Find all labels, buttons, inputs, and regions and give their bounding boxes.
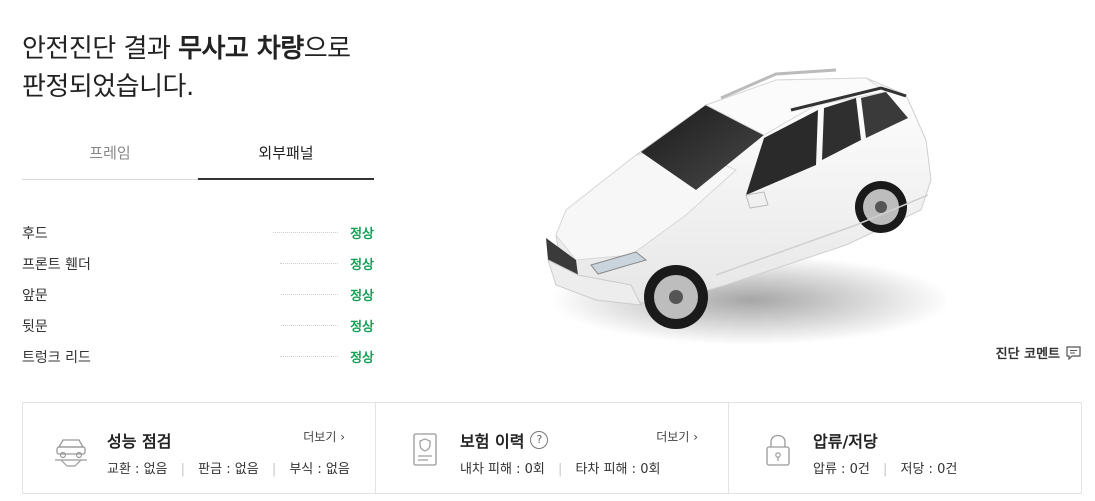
stat-label: 압류 <box>813 462 837 477</box>
insurance-history-card: 보험 이력 ? 더보기 › 내차 피해 : 0회 | 타차 피해 : 0회 <box>376 403 729 493</box>
comment-link-label: 진단 코멘트 <box>995 347 1060 362</box>
more-link[interactable]: 더보기 › <box>303 428 345 445</box>
lock-icon <box>766 434 790 466</box>
stat-value: 없음 <box>143 462 168 477</box>
summary-cards: 성능 점검 더보기 › 교환 : 없음 | 판금 : 없음 | 부식 : 없음 … <box>22 402 1082 494</box>
stat-label: 교환 <box>107 462 131 477</box>
card-title: 압류/저당 <box>813 428 878 452</box>
headline-line-1: 안전진단 결과 무사고 차량으로 <box>22 30 351 68</box>
stat-value: 0회 <box>640 462 661 477</box>
inspection-tabs: 프레임 외부패널 <box>22 136 374 180</box>
stat-label: 부식 <box>289 462 314 477</box>
part-status: 정상 <box>350 351 374 366</box>
list-item: 프론트 휀더 정상 <box>22 248 374 279</box>
card-title-text: 보험 이력 <box>460 432 525 451</box>
card-stats: 내차 피해 : 0회 | 타차 피해 : 0회 <box>460 462 661 477</box>
headline-line-2: 판정되었습니다. <box>22 72 194 102</box>
headline-prefix: 안전진단 결과 <box>22 34 179 64</box>
divider: | <box>882 462 888 477</box>
part-name: 앞문 <box>22 287 48 304</box>
stat-value: 0건 <box>849 462 870 477</box>
performance-check-card: 성능 점검 더보기 › 교환 : 없음 | 판금 : 없음 | 부식 : 없음 <box>23 403 376 493</box>
dotted-leader <box>280 325 338 326</box>
part-status: 정상 <box>350 258 374 273</box>
tab-exterior-panel[interactable]: 외부패널 <box>198 136 374 180</box>
stat-label: 판금 <box>198 462 223 477</box>
list-item: 트렁크 리드 정상 <box>22 341 374 372</box>
card-title: 보험 이력 ? <box>460 428 549 452</box>
stat-label: 타차 피해 <box>575 462 628 477</box>
more-label: 더보기 <box>303 430 337 444</box>
dotted-leader <box>280 294 338 295</box>
list-item: 뒷문 정상 <box>22 310 374 341</box>
list-item: 후드 정상 <box>22 217 374 248</box>
card-title-text: 성능 점검 <box>107 432 172 451</box>
seizure-mortgage-card: 압류/저당 압류 : 0건 | 저당 : 0건 <box>729 403 1081 493</box>
more-label: 더보기 <box>656 430 690 444</box>
help-icon[interactable]: ? <box>530 431 549 449</box>
divider: | <box>180 462 186 477</box>
part-status: 정상 <box>350 320 374 335</box>
part-status: 정상 <box>350 289 374 304</box>
headline-verdict: 무사고 차량 <box>178 34 304 64</box>
card-title: 성능 점검 <box>107 428 171 452</box>
stat-label: 내차 피해 <box>460 462 512 477</box>
divider: | <box>271 462 277 477</box>
stat-value: 0회 <box>524 462 545 477</box>
divider: | <box>558 462 563 477</box>
part-status: 정상 <box>350 227 374 242</box>
chevron-right-icon: › <box>340 430 345 444</box>
part-name: 후드 <box>22 225 48 242</box>
speech-bubble-icon <box>1066 345 1081 360</box>
chevron-right-icon: › <box>693 430 698 444</box>
stat-value: 0건 <box>937 462 958 477</box>
card-title-text: 압류/저당 <box>813 432 878 451</box>
car-lift-icon <box>55 439 87 467</box>
list-item: 앞문 정상 <box>22 279 374 310</box>
card-stats: 압류 : 0건 | 저당 : 0건 <box>813 462 958 477</box>
part-status-list: 후드 정상 프론트 휀더 정상 앞문 정상 뒷문 정상 트렁크 리드 정상 <box>22 217 374 372</box>
dotted-leader <box>272 232 338 233</box>
headline-suffix: 으로 <box>303 34 351 64</box>
more-link[interactable]: 더보기 › <box>656 428 698 445</box>
stat-label: 저당 <box>900 462 925 477</box>
tab-frame[interactable]: 프레임 <box>22 136 198 179</box>
diagnosis-comment-link[interactable]: 진단 코멘트 <box>996 343 1081 362</box>
document-shield-icon <box>413 433 437 466</box>
dotted-leader <box>279 356 338 357</box>
stat-value: 없음 <box>234 462 259 477</box>
stat-value: 없음 <box>325 462 350 477</box>
card-stats: 교환 : 없음 | 판금 : 없음 | 부식 : 없음 <box>107 462 350 477</box>
part-name: 프론트 휀더 <box>22 256 91 273</box>
part-name: 트렁크 리드 <box>22 349 91 366</box>
suv-illustration <box>546 68 951 345</box>
result-headline: 안전진단 결과 무사고 차량으로 판정되었습니다. <box>22 30 351 106</box>
part-name: 뒷문 <box>22 318 48 335</box>
dotted-leader <box>279 263 338 264</box>
car-image <box>536 60 951 355</box>
